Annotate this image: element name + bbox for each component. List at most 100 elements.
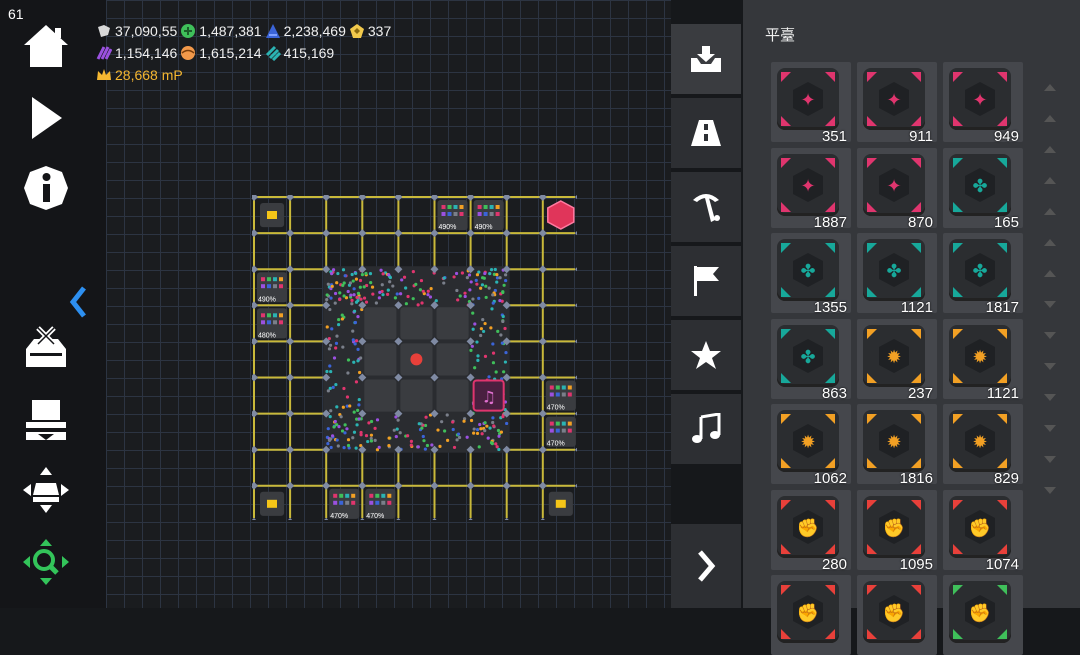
ring-particle [356, 359, 360, 363]
ring-particle [409, 439, 414, 443]
tab-platforms[interactable] [671, 24, 741, 94]
zoom-fit-button[interactable] [18, 536, 74, 588]
platform-card[interactable]: ✦ 949 [943, 62, 1023, 145]
board[interactable]: 490% 490% 490% 480% 470% 470% 470% 470% ♫ [250, 193, 583, 526]
platform-card[interactable]: ✊ 1095 [857, 489, 937, 573]
scroll-down-arrow[interactable] [1044, 301, 1056, 308]
scroll-down-arrow[interactable] [1044, 456, 1056, 463]
scroll-up-arrow[interactable] [1044, 177, 1056, 184]
clear-board-button[interactable] [18, 322, 74, 374]
scroll-up-arrow[interactable] [1044, 115, 1056, 122]
ring-particle [392, 428, 396, 432]
platform-card[interactable]: ✊ [943, 575, 1023, 655]
ring-particle [360, 272, 365, 277]
tab-music[interactable] [671, 394, 741, 464]
scroll-down-arrow[interactable] [1044, 332, 1056, 339]
shape-dot [567, 392, 572, 397]
platform-card[interactable]: ✤ 863 [771, 318, 851, 402]
platform-card[interactable]: ✊ 280 [771, 489, 851, 573]
shape-dot [549, 392, 554, 397]
platform-emblem-icon: ✹ [867, 328, 921, 383]
platform-card[interactable]: ✹ 829 [943, 404, 1023, 487]
purple-stripes-icon [96, 46, 112, 60]
ring-particle [489, 268, 494, 272]
inner-slot[interactable] [400, 307, 433, 340]
multiplier-label: 480% [258, 332, 276, 339]
inner-slot[interactable] [364, 379, 397, 412]
scroll-up-arrow[interactable] [1044, 146, 1056, 153]
shape-dot [387, 500, 392, 505]
ring-particle [475, 431, 480, 436]
ring-particle [419, 278, 424, 283]
grid-node [466, 193, 475, 201]
ring-particle [343, 423, 347, 427]
platform-card[interactable]: ✹ 1816 [857, 404, 937, 487]
inner-slot[interactable] [364, 343, 397, 376]
grid-node [322, 229, 331, 238]
platform-card[interactable]: ✦ 1887 [771, 147, 851, 231]
svg-text:✹: ✹ [886, 347, 901, 368]
scroll-down-arrow[interactable] [1044, 363, 1056, 370]
scroll-up-arrow[interactable] [1044, 239, 1056, 246]
ring-particle [331, 385, 335, 390]
ring-particle [460, 271, 464, 275]
platform-card[interactable]: ✊ [857, 575, 937, 655]
platform-card-frame: ✦ [863, 68, 925, 130]
layout-stack-icon [26, 400, 66, 440]
tab-mining[interactable] [671, 172, 741, 242]
ring-particle [336, 444, 340, 448]
scroll-down-arrow[interactable] [1044, 425, 1056, 432]
scroll-up-arrow[interactable] [1044, 84, 1056, 91]
ring-particle [332, 425, 336, 429]
platform-card-frame: ✤ [949, 153, 1011, 216]
ruby-piece[interactable] [547, 200, 575, 230]
scroll-down-arrow[interactable] [1044, 487, 1056, 494]
platform-card[interactable]: ✤ 1355 [771, 233, 851, 316]
play-button[interactable] [18, 92, 74, 144]
platform-card[interactable]: ✊ [771, 575, 851, 655]
platform-card[interactable]: ✦ 870 [857, 147, 937, 231]
platform-card[interactable]: ✊ 1074 [943, 489, 1023, 573]
tab-roads[interactable] [671, 98, 741, 168]
platform-card[interactable]: ✹ 1121 [943, 318, 1023, 402]
platform-card[interactable]: ✤ 165 [943, 147, 1023, 231]
tab-flags[interactable] [671, 246, 741, 316]
ring-particle [335, 334, 339, 338]
ring-particle [481, 329, 486, 334]
grid-node [286, 193, 295, 201]
platform-card[interactable]: ✦ 351 [771, 62, 851, 145]
next-page-button[interactable] [671, 524, 741, 608]
inner-slot[interactable] [436, 343, 469, 376]
grid-node [250, 409, 258, 418]
platform-card[interactable]: ✦ 911 [857, 62, 937, 145]
inner-slot[interactable] [436, 307, 469, 340]
tab-favorites[interactable] [671, 320, 741, 390]
info-button[interactable] [18, 162, 74, 214]
collapse-sidebar-button[interactable] [64, 276, 92, 328]
inner-slot[interactable] [400, 379, 433, 412]
load-layout-button[interactable] [18, 394, 74, 446]
scroll-up-arrow[interactable] [1044, 270, 1056, 277]
shape-dot [345, 493, 350, 498]
scroll-down-arrow[interactable] [1044, 394, 1056, 401]
home-button[interactable] [18, 20, 74, 72]
grid-node [538, 517, 547, 526]
ring-particle [484, 284, 488, 288]
center-core[interactable] [410, 353, 423, 366]
grid-node [574, 229, 583, 238]
platform-card[interactable]: ✤ 1817 [943, 233, 1023, 316]
resource-row-1: 37,090,55 1,487,381 2,238,469 337 [96, 23, 391, 39]
shape-dot [279, 277, 283, 282]
shape-dot [477, 212, 482, 216]
shape-dot [273, 320, 277, 325]
platform-card[interactable]: ✹ 237 [857, 318, 937, 402]
ring-particle [377, 445, 381, 449]
scroll-up-arrow[interactable] [1044, 208, 1056, 215]
inner-slot[interactable] [436, 379, 469, 412]
platform-card[interactable]: ✤ 1121 [857, 233, 937, 316]
move-button[interactable] [18, 464, 74, 516]
platform-card[interactable]: ✹ 1062 [771, 404, 851, 487]
grid-node [538, 337, 547, 346]
inner-slot[interactable] [364, 307, 397, 340]
ring-particle [491, 293, 495, 297]
